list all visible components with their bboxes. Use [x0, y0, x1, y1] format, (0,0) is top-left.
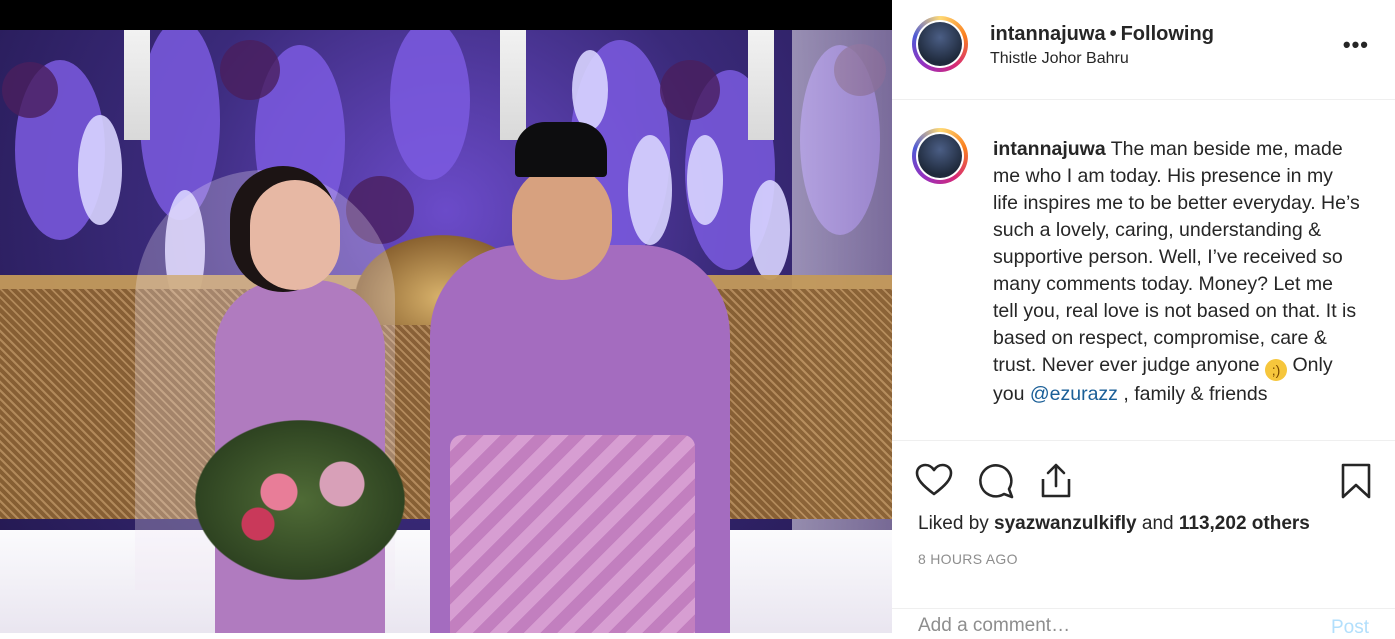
bookmark-icon[interactable]: [1336, 461, 1376, 501]
post-caption: intannajuwa The man beside me, made me w…: [993, 136, 1363, 408]
drape: [748, 30, 774, 140]
share-icon[interactable]: [1036, 461, 1076, 501]
likes-summary[interactable]: Liked by syazwanzulkifly and 113,202 oth…: [918, 513, 1310, 535]
avatar-image: [918, 134, 962, 178]
comment-input[interactable]: [918, 615, 1298, 637]
avatar-image: [918, 22, 962, 66]
post-media[interactable]: [0, 0, 892, 633]
post-actions: Liked by syazwanzulkifly and 113,202 oth…: [892, 440, 1395, 638]
post-comment-button[interactable]: Post: [1331, 617, 1369, 639]
groom-songkok: [515, 122, 607, 177]
follow-status-button[interactable]: Following: [1121, 23, 1214, 45]
more-options-icon[interactable]: •••: [1343, 32, 1369, 58]
post-timestamp[interactable]: 8 HOURS AGO: [918, 551, 1018, 567]
add-comment-bar: Post: [892, 608, 1395, 639]
separator-dot: •: [1109, 23, 1117, 45]
bouquet: [195, 420, 405, 580]
heart-icon[interactable]: [914, 461, 954, 501]
comments-section[interactable]: intannajuwa The man beside me, made me w…: [892, 100, 1395, 440]
post-location[interactable]: Thistle Johor Bahru: [990, 50, 1129, 68]
author-avatar[interactable]: [912, 16, 968, 72]
post-photo: [0, 30, 892, 633]
liker-username[interactable]: syazwanzulkifly: [994, 513, 1137, 534]
caption-text: The man beside me, made me who I am toda…: [993, 138, 1360, 376]
wink-emoji-icon: ;): [1265, 359, 1288, 381]
post-header: intannajuwa • Following Thistle Johor Bahr…: [892, 0, 1395, 100]
drape: [124, 30, 150, 140]
groom-samping: [450, 435, 695, 633]
post-side-panel: intannajuwa • Following Thistle Johor Bahr…: [892, 0, 1395, 638]
comment-icon[interactable]: [976, 461, 1016, 501]
caption-username[interactable]: intannajuwa: [993, 138, 1106, 160]
mention-link[interactable]: @ezurazz: [1030, 383, 1118, 405]
groom-head: [512, 165, 612, 280]
likes-count[interactable]: 113,202 others: [1179, 513, 1310, 534]
drape: [500, 30, 526, 140]
bride-head: [250, 180, 340, 290]
caption-text: , family & friends: [1117, 383, 1268, 405]
author-username[interactable]: intannajuwa: [990, 23, 1106, 45]
caption-author-avatar[interactable]: [912, 128, 968, 184]
